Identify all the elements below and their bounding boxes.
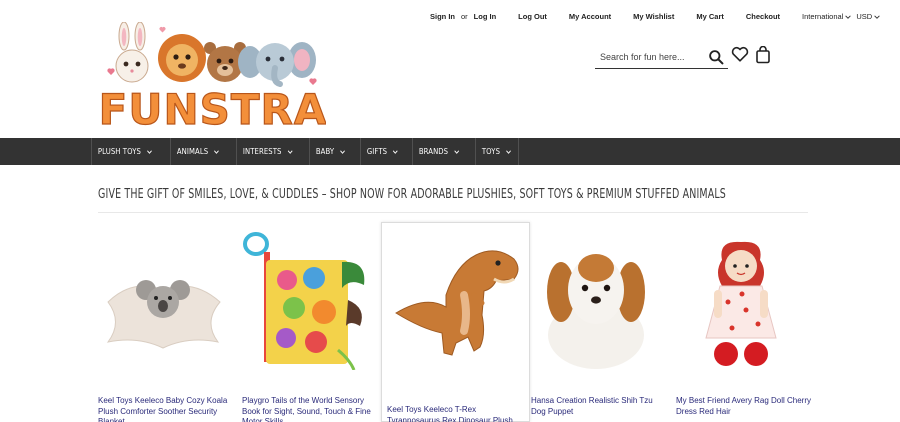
chevron-down-icon — [214, 149, 220, 154]
divider — [98, 212, 808, 213]
nav-item-label: BRANDS — [419, 147, 449, 156]
top-links-bar: Sign In or Log In Log Out My Account My … — [430, 12, 885, 21]
search-input[interactable] — [595, 52, 703, 62]
nav-item-label: BABY — [316, 147, 335, 156]
product-image-koala-blanket[interactable] — [98, 230, 228, 370]
my-account-link[interactable]: My Account — [569, 12, 611, 21]
product-title[interactable]: Keel Toys Keeleco T-Rex Tyrannosaurus Re… — [387, 405, 522, 422]
cart-bag-icon[interactable] — [755, 46, 771, 64]
nav-item-plush-toys[interactable]: PLUSH TOYS — [91, 138, 159, 165]
chevron-down-icon — [874, 14, 880, 19]
region-selector[interactable]: International — [802, 12, 852, 21]
product-title[interactable]: Playgro Tails of the World Sensory Book … — [242, 396, 377, 422]
chevron-down-icon — [287, 149, 292, 154]
nav-item-label: PLUSH TOYS — [97, 147, 141, 156]
chevron-down-icon — [845, 14, 852, 19]
product-image-trex-plush[interactable] — [386, 225, 526, 375]
search-icon[interactable] — [708, 49, 725, 66]
my-wishlist-link[interactable]: My Wishlist — [633, 12, 674, 21]
chevron-down-icon — [506, 149, 512, 154]
product-card[interactable]: Keel Toys Keeleco Baby Cozy Koala Plush … — [98, 230, 233, 422]
product-card[interactable]: Hansa Creation Realistic Shih Tzu Dog Pu… — [531, 230, 666, 422]
product-card[interactable]: Keel Toys Keeleco T-Rex Tyrannosaurus Re… — [381, 222, 530, 422]
svg-text:FUNSTRA: FUNSTRA — [100, 85, 326, 132]
main-nav: PLUSH TOYS ANIMALS INTERESTS BABY GIFTS … — [0, 138, 900, 165]
search-bar — [595, 46, 728, 69]
sign-in-link[interactable]: Sign In — [430, 12, 455, 21]
product-title[interactable]: Keel Toys Keeleco Baby Cozy Koala Plush … — [98, 396, 233, 422]
nav-item-label: GIFTS — [366, 147, 387, 156]
product-image-sensory-book[interactable] — [242, 230, 372, 370]
product-title[interactable]: Hansa Creation Realistic Shih Tzu Dog Pu… — [531, 396, 666, 417]
or-text: or — [461, 12, 468, 21]
product-image-shih-tzu-puppet[interactable] — [531, 230, 661, 370]
page-tagline: GIVE THE GIFT OF SMILES, LOVE, & CUDDLES… — [98, 186, 726, 202]
nav-item-label: ANIMALS — [176, 147, 209, 156]
chevron-down-icon — [392, 149, 398, 154]
nav-item-label: INTERESTS — [242, 147, 281, 156]
nav-item-label: TOYS — [482, 147, 501, 156]
nav-item-brands[interactable]: BRANDS — [412, 138, 466, 165]
product-card[interactable]: Playgro Tails of the World Sensory Book … — [242, 230, 377, 422]
currency-label: USD — [856, 12, 873, 21]
nav-item-interests[interactable]: INTERESTS — [235, 138, 300, 165]
chevron-down-icon — [454, 149, 460, 154]
wishlist-heart-icon[interactable] — [731, 46, 749, 63]
nav-item-baby[interactable]: BABY — [309, 138, 352, 165]
nav-item-gifts[interactable]: GIFTS — [359, 138, 405, 165]
nav-item-toys[interactable]: TOYS — [475, 138, 520, 165]
region-label: International — [802, 12, 844, 21]
product-image-rag-doll[interactable] — [676, 230, 806, 370]
log-in-link[interactable]: Log In — [474, 12, 497, 21]
chevron-down-icon — [340, 149, 346, 154]
currency-selector[interactable]: USD — [856, 12, 881, 21]
product-title[interactable]: My Best Friend Avery Rag Doll Cherry Dre… — [676, 396, 811, 417]
site-logo[interactable]: FUNSTRA — [100, 22, 326, 132]
my-cart-link[interactable]: My Cart — [696, 12, 724, 21]
chevron-down-icon — [147, 149, 152, 154]
nav-item-animals[interactable]: ANIMALS — [170, 138, 226, 165]
checkout-link[interactable]: Checkout — [746, 12, 780, 21]
log-out-link[interactable]: Log Out — [518, 12, 547, 21]
product-card[interactable]: My Best Friend Avery Rag Doll Cherry Dre… — [676, 230, 811, 422]
